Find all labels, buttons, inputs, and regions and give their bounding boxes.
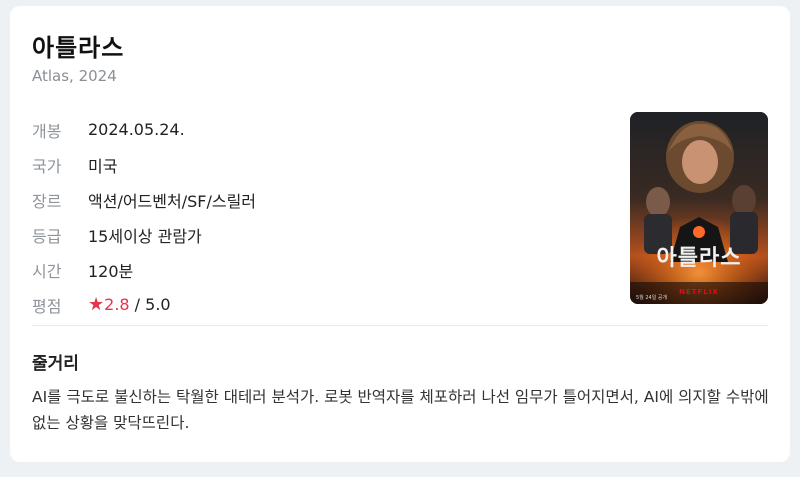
- rating-class-label: 등급: [32, 226, 62, 246]
- poster-artwork: [630, 112, 768, 304]
- movie-original-title-year: Atlas, 2024: [32, 67, 117, 85]
- star-icon: ★: [88, 294, 105, 315]
- info-row-country: 국가 미국: [32, 147, 256, 182]
- score-value-group: ★2.8 / 5.0: [88, 294, 171, 315]
- poster-date-text: 5월 24일 공개: [636, 295, 668, 301]
- genre-label: 장르: [32, 191, 62, 211]
- release-label: 개봉: [32, 121, 62, 141]
- country-label: 국가: [32, 156, 62, 176]
- plot-heading: 줄거리: [32, 354, 79, 374]
- score-label: 평점: [32, 296, 62, 316]
- info-row-genre: 장르 액션/어드벤처/SF/스릴러: [32, 182, 256, 217]
- info-row-rating-class: 등급 15세이상 관람가: [32, 217, 256, 252]
- genre-value: 액션/어드벤처/SF/스릴러: [88, 191, 257, 211]
- movie-info-table: 개봉 2024.05.24. 국가 미국 장르 액션/어드벤처/SF/스릴러 등…: [32, 112, 256, 322]
- release-value: 2024.05.24.: [88, 120, 185, 139]
- country-value: 미국: [88, 156, 118, 176]
- movie-info-card: 아틀라스 Atlas, 2024 개봉 2024.05.24. 국가 미국 장르…: [10, 6, 790, 462]
- info-row-runtime: 시간 120분: [32, 252, 256, 287]
- runtime-value: 120분: [88, 261, 134, 281]
- poster-title-text: 아틀라스: [656, 246, 742, 271]
- rating-class-value: 15세이상 관람가: [88, 226, 202, 246]
- netflix-logo: NETFLIX: [679, 288, 719, 296]
- runtime-label: 시간: [32, 261, 62, 281]
- movie-poster[interactable]: 아틀라스 5월 24일 공개 NETFLIX: [630, 112, 768, 304]
- plot-summary: AI를 극도로 불신하는 탁월한 대테러 분석가. 로봇 반역자를 체포하러 나…: [32, 388, 769, 432]
- info-row-release: 개봉 2024.05.24.: [32, 112, 256, 147]
- score-value: 2.8: [104, 295, 130, 314]
- info-row-score: 평점 ★2.8 / 5.0: [32, 287, 256, 322]
- section-divider: [32, 325, 768, 326]
- movie-title[interactable]: 아틀라스: [32, 28, 124, 63]
- score-max: / 5.0: [129, 295, 171, 314]
